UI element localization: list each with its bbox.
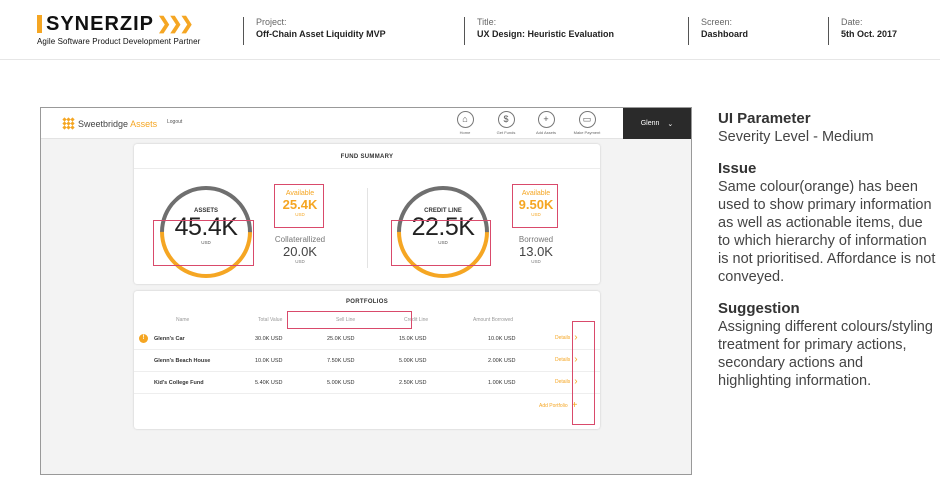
- nav-home-label: Home: [459, 130, 471, 135]
- borrowed-value: 13.0K: [519, 244, 553, 259]
- screen-value: Dashboard: [701, 29, 749, 39]
- highlight-actions: [572, 321, 595, 425]
- nav-add-assets-label: Add Assets: [535, 130, 556, 135]
- ui-parameter-heading: UI Parameter: [718, 110, 811, 127]
- chevron-down-icon: ⌄: [667, 120, 674, 128]
- fund-summary-card: FUND SUMMARY ASSETS 45.4K USD Available …: [134, 144, 600, 298]
- date-label: Date:: [841, 17, 863, 27]
- row-credit-line: 2.50K USD: [399, 380, 427, 386]
- collateralized-unit: USD: [295, 259, 305, 264]
- row-name: Glenn's Beach House: [154, 358, 211, 364]
- row-name: Glenn's Car: [154, 336, 185, 342]
- dollar-icon: $: [497, 111, 515, 128]
- plus-icon: +: [537, 111, 555, 128]
- column-header-amount-borrowed: Amount Borrowed: [473, 317, 514, 323]
- collateralized: Collaterallized 20.0K USD: [268, 235, 332, 264]
- user-menu-button[interactable]: Glenn ⌄: [623, 108, 691, 139]
- borrowed: Borrowed 13.0K USD: [506, 235, 566, 264]
- user-name: Glenn: [640, 120, 660, 127]
- details-label: Details: [555, 379, 571, 385]
- row-sell-line: 7.50K USD: [327, 358, 355, 364]
- row-sell-line: 5.00K USD: [327, 380, 355, 386]
- logo-tagline: Agile Software Product Development Partn…: [37, 37, 201, 46]
- title-meta: Title: UX Design: Heuristic Evaluation: [464, 17, 614, 45]
- date-meta: Date: 5th Oct. 2017: [828, 17, 897, 45]
- logout-link[interactable]: Logout: [167, 119, 182, 125]
- column-header-name: Name: [176, 317, 190, 323]
- issue-heading: Issue: [718, 160, 757, 177]
- suggestion-heading: Suggestion: [718, 300, 800, 317]
- collateralized-label: Collaterallized: [274, 235, 326, 244]
- portfolios-card: PORTFOLIOS Name Total Value Sell Line Cr…: [134, 291, 600, 429]
- severity-level: Severity Level - Medium: [718, 129, 874, 145]
- table-row[interactable]: Kid's College Fund 5.40K USD 5.00K USD 2…: [134, 372, 600, 394]
- portfolios-title: PORTFOLIOS: [346, 299, 388, 305]
- app-topbar: Sweetbridge Assets Logout ⌂ Home $ Get F…: [41, 108, 691, 139]
- logo-chevrons-icon: ❯❯❯: [157, 14, 194, 33]
- brand-name: Sweetbridge Assets: [78, 118, 158, 129]
- card-divider: [134, 168, 600, 169]
- borrowed-label: Borrowed: [518, 235, 554, 244]
- borrowed-unit: USD: [531, 259, 541, 264]
- highlight-value-columns: [287, 311, 412, 329]
- row-amount-borrowed: 10.0K USD: [488, 336, 516, 342]
- summary-divider: [367, 188, 368, 268]
- add-portfolio-label: Add Portfolio: [539, 403, 568, 409]
- logo-word: SYNERZIP: [46, 13, 155, 35]
- details-label: Details: [555, 357, 571, 363]
- column-header-total-value: Total Value: [258, 317, 283, 323]
- title-label: Title:: [477, 17, 497, 27]
- row-credit-line: 15.0K USD: [399, 336, 427, 342]
- nav-make-payment-label: Make Payment: [573, 130, 601, 135]
- project-label: Project:: [256, 17, 287, 27]
- row-amount-borrowed: 1.00K USD: [488, 380, 516, 386]
- highlight-assets-available: [274, 184, 324, 228]
- evaluation-notes: UI Parameter Severity Level - Medium Iss…: [718, 110, 938, 390]
- project-value: Off-Chain Asset Liquidity MVP: [256, 29, 386, 39]
- suggestion-text: Assigning different colours/styling trea…: [718, 319, 933, 389]
- row-credit-line: 5.00K USD: [399, 358, 427, 364]
- row-total-value: 5.40K USD: [255, 380, 283, 386]
- highlight-assets-value: [153, 220, 254, 266]
- date-value: 5th Oct. 2017: [841, 29, 898, 39]
- screen-label: Screen:: [701, 17, 733, 27]
- sweetbridge-logo[interactable]: Sweetbridge Assets: [62, 117, 158, 130]
- project-meta: Project: Off-Chain Asset Liquidity MVP: [243, 17, 386, 45]
- screen-meta: Screen: Dashboard: [688, 17, 748, 45]
- logo-bar-icon: [37, 15, 42, 33]
- row-name: Kid's College Fund: [154, 380, 204, 386]
- slide-header: SYNERZIP ❯❯❯ Agile Software Product Deve…: [0, 0, 940, 60]
- nav-home[interactable]: ⌂ Home: [447, 111, 483, 135]
- payment-icon: ▭: [578, 111, 596, 128]
- evaluation-slide: SYNERZIP ❯❯❯ Agile Software Product Deve…: [0, 0, 940, 479]
- row-sell-line: 25.0K USD: [327, 336, 355, 342]
- nav-make-payment[interactable]: ▭ Make Payment: [569, 111, 605, 135]
- row-total-value: 30.0K USD: [255, 336, 283, 342]
- table-row[interactable]: Glenn's Beach House 10.0K USD 7.50K USD …: [134, 350, 600, 372]
- title-value: UX Design: Heuristic Evaluation: [477, 29, 615, 39]
- nav-get-funds-label: Get Funds: [496, 130, 516, 135]
- row-total-value: 10.0K USD: [255, 358, 283, 364]
- nav-get-funds[interactable]: $ Get Funds: [488, 111, 524, 135]
- collateralized-value: 20.0K: [283, 244, 317, 259]
- warning-icon: !: [139, 334, 148, 343]
- fund-summary-title: FUND SUMMARY: [340, 154, 394, 160]
- details-label: Details: [555, 335, 571, 341]
- highlight-credit-value: [391, 220, 491, 266]
- table-row[interactable]: ! Glenn's Car 30.0K USD 25.0K USD 15.0K …: [134, 328, 600, 350]
- home-icon: ⌂: [456, 111, 474, 128]
- synerzip-logo: SYNERZIP ❯❯❯ Agile Software Product Deve…: [37, 13, 200, 46]
- row-amount-borrowed: 2.00K USD: [488, 358, 516, 364]
- nav-add-assets[interactable]: + Add Assets: [528, 111, 564, 135]
- dashboard-mockup: Sweetbridge Assets Logout ⌂ Home $ Get F…: [40, 107, 692, 475]
- sweetbridge-dots-icon: [62, 117, 75, 130]
- highlight-credit-available: [512, 184, 558, 228]
- issue-text: Same colour(orange) has been used to sho…: [718, 179, 936, 285]
